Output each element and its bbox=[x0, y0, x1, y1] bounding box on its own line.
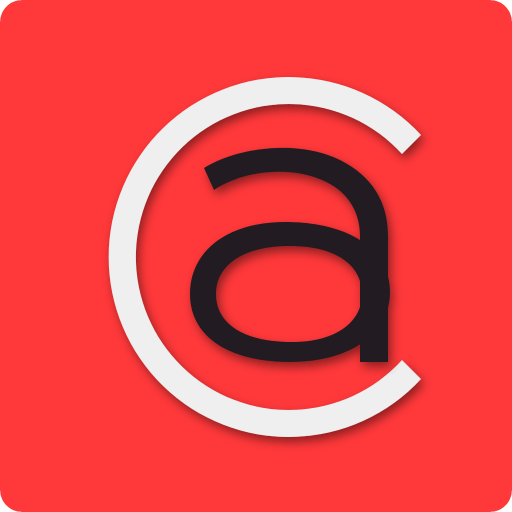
ca-logo bbox=[0, 0, 512, 512]
icon-background bbox=[0, 0, 512, 512]
app-icon[interactable] bbox=[0, 0, 512, 512]
